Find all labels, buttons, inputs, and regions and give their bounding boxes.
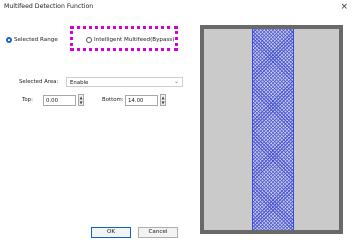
- bottom-input[interactable]: 14.00: [125, 95, 158, 106]
- radio-intelligent-multifeed[interactable]: Intelligent Multifeed(Bypass): [86, 37, 174, 43]
- bottom-spinner[interactable]: ▲ ▼: [160, 94, 166, 106]
- radio-unchecked-icon: [86, 37, 92, 43]
- selected-range-band: [252, 29, 294, 230]
- spinner-down-icon[interactable]: ▼: [161, 100, 165, 105]
- bottom-value: 14.00: [128, 98, 144, 104]
- radio-checked-icon: [6, 37, 12, 43]
- selected-area-label: Selected Area:: [19, 79, 59, 85]
- cancel-button[interactable]: Cancel: [138, 227, 178, 238]
- close-icon[interactable]: ×: [340, 0, 348, 14]
- spinner-down-icon[interactable]: ▼: [79, 100, 83, 105]
- chevron-down-icon: ⌄: [173, 78, 179, 85]
- top-label: Top:: [22, 97, 33, 103]
- title-bar: Multifeed Detection Function ×: [0, 0, 353, 16]
- radio-selected-range-label: Selected Range: [14, 37, 58, 43]
- top-spinner[interactable]: ▲ ▼: [78, 94, 84, 106]
- ok-button[interactable]: OK: [91, 227, 131, 238]
- top-input[interactable]: 0.00: [43, 95, 76, 106]
- top-value: 0.00: [46, 98, 59, 104]
- radio-intelligent-label: Intelligent Multifeed(Bypass): [94, 37, 175, 43]
- selected-area-select[interactable]: Enable ⌄: [66, 77, 183, 87]
- preview-area: [204, 29, 339, 230]
- radio-selected-range[interactable]: Selected Range: [6, 37, 58, 43]
- bottom-label: Bottom:: [102, 97, 124, 103]
- preview-panel: [200, 25, 343, 234]
- window-title: Multifeed Detection Function: [4, 3, 94, 10]
- selected-area-value: Enable: [70, 79, 89, 86]
